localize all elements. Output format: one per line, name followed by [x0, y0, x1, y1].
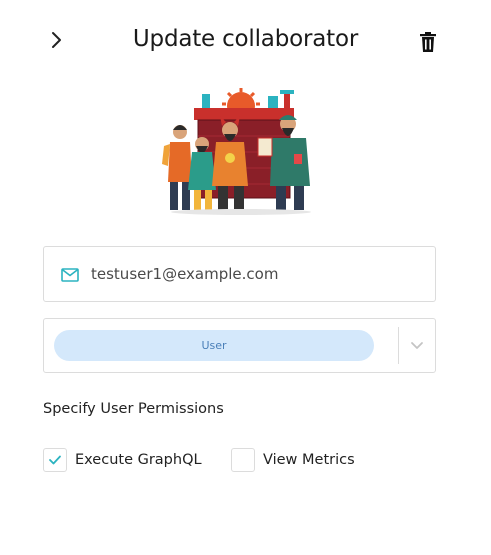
chevron-down-icon — [411, 342, 423, 349]
permissions-heading: Specify User Permissions — [43, 401, 224, 417]
checkmark-icon — [49, 455, 61, 465]
view-metrics-checkbox[interactable] — [231, 448, 255, 472]
permission-view-metrics[interactable]: View Metrics — [231, 448, 355, 472]
email-field[interactable]: testuser1@example.com — [43, 246, 436, 302]
select-divider — [398, 327, 399, 364]
dialog-header: Update collaborator — [0, 0, 491, 80]
team-collaboration-illustration — [162, 88, 311, 215]
role-chip[interactable]: User — [54, 330, 374, 361]
permission-label: View Metrics — [263, 452, 355, 468]
mail-icon — [61, 268, 79, 282]
trash-icon — [420, 32, 436, 52]
dropdown-toggle[interactable] — [408, 337, 426, 355]
permission-execute-graphql[interactable]: Execute GraphQL — [43, 448, 202, 472]
permission-label: Execute GraphQL — [75, 452, 202, 468]
role-select[interactable]: User — [43, 318, 436, 373]
execute-graphql-checkbox[interactable] — [43, 448, 67, 472]
delete-button[interactable] — [416, 30, 440, 54]
email-value: testuser1@example.com — [91, 265, 279, 283]
collaboration-illustration — [158, 86, 324, 216]
